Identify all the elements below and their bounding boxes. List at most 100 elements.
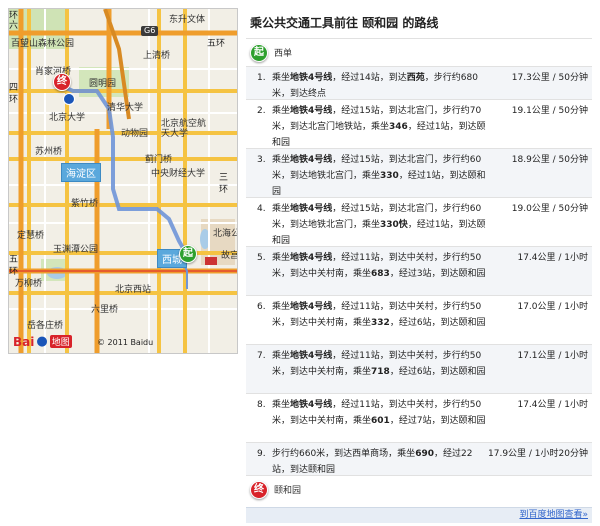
map-label: 动物园 (121, 129, 149, 139)
map-main-roads (9, 9, 237, 353)
subway-station-icon (63, 93, 75, 105)
map-copyright: © 2011 Baidu (97, 338, 154, 347)
map-label: 北京航空航天大学 (161, 119, 207, 139)
footer-bar: 到百度地图查看» (246, 507, 592, 523)
map-canvas (9, 9, 237, 353)
route-option[interactable]: 1. 乘坐地铁4号线，经过14站，到达西苑，步行约680米，到达终点 17.3公里 … (246, 66, 592, 100)
route-option[interactable]: 9. 步行约660米，到达西单商场，乘坐690，经过22站，到达颐和园 17.9公里… (246, 442, 592, 476)
route-map[interactable]: 东升文体 上清桥 百望山森林公园 肖家河桥 圆明园 清华大学 北京大学 北京航空… (8, 8, 238, 354)
start-label: 西单 (274, 49, 293, 59)
route-line-name: 地铁4号线 (290, 253, 333, 263)
route-text: 乘坐 (272, 302, 291, 312)
start-point: 起 西单 (246, 38, 592, 66)
baidu-map-logo: Bai ● 地图 (13, 334, 72, 349)
route-description: 乘坐地铁4号线，经过11站，到达中关村，步行约50米，到达中关村南，乘坐332，… (246, 296, 488, 334)
route-distance-time: 17.1公里 / 1小时 (517, 351, 588, 361)
route-line-name: 683 (371, 269, 390, 279)
map-label: 中央财经大学 (151, 169, 206, 179)
route-distance-time: 17.9公里 / 1小时20分钟 (488, 449, 588, 459)
route-description: 乘坐地铁4号线，经过11站，到达中关村，步行约50米，到达中关村南，乘坐601，… (246, 394, 488, 432)
route-line-name: 地铁4号线 (290, 73, 333, 83)
logo-text: Bai (13, 334, 35, 349)
route-number: 2. (257, 106, 266, 116)
map-label: 岳各庄桥 (27, 321, 64, 331)
route-line-name: 690 (415, 449, 434, 459)
route-description: 乘坐地铁4号线，经过15站，到达北宫门，步行约70米，到达北宫门地铁站，乘坐34… (246, 100, 488, 154)
ring-label: 五 (9, 255, 19, 265)
map-label: 清华大学 (107, 103, 144, 113)
highway-shield: G6 (141, 26, 159, 36)
route-line-name: 地铁4号线 (290, 106, 333, 116)
route-option[interactable]: 6. 乘坐地铁4号线，经过11站，到达中关村，步行约50米，到达中关村南，乘坐33… (246, 295, 592, 345)
route-text: 步行约660米，到达西单商场，乘坐 (272, 449, 416, 459)
map-minor-roads (9, 9, 237, 353)
route-option[interactable]: 7. 乘坐地铁4号线，经过11站，到达中关村，步行约50米，到达中关村南，乘坐71… (246, 344, 592, 394)
route-number: 5. (257, 253, 266, 263)
route-option[interactable]: 8. 乘坐地铁4号线，经过11站，到达中关村，步行约50米，到达中关村南，乘坐60… (246, 393, 592, 443)
map-label: 百望山森林公园 (11, 39, 75, 49)
route-line-name: 601 (371, 416, 390, 426)
route-text: 乘坐 (272, 204, 291, 214)
route-distance-time: 18.9公里 / 50分钟 (511, 155, 588, 165)
route-distance-time: 17.4公里 / 1小时 (517, 400, 588, 410)
route-text: 乘坐 (272, 155, 291, 165)
route-number: 6. (257, 302, 266, 312)
map-label: 苏州桥 (35, 147, 63, 157)
route-line-name: 地铁4号线 (290, 155, 333, 165)
map-label: 上清桥 (143, 51, 171, 61)
end-icon: 终 (250, 480, 268, 499)
map-label: 蓟门桥 (145, 155, 173, 165)
ring-label: 环 (9, 11, 19, 21)
route-number: 9. (257, 449, 266, 459)
map-label: 北京西站 (115, 285, 152, 295)
route-distance-time: 19.0公里 / 50分钟 (511, 204, 588, 214)
page-title: 乘公共交通工具前往 颐和园 的路线 (250, 16, 439, 30)
route-text: ，经过6站，到达颐和园 (389, 318, 486, 328)
route-text: 乘坐 (272, 106, 291, 116)
route-option[interactable]: 2. 乘坐地铁4号线，经过15站，到达北宫门，步行约70米，到达北宫门地铁站，乘坐… (246, 99, 592, 149)
map-label: 北京大学 (49, 113, 86, 123)
ring-label: 环 (9, 267, 19, 277)
route-description: 乘坐地铁4号线，经过15站，到达北宫门，步行约60米，到达地铁北宫门，乘坐330… (246, 198, 488, 252)
map-label: 紫竹桥 (71, 199, 99, 209)
route-distance-time: 17.4公里 / 1小时 (517, 253, 588, 263)
route-option[interactable]: 3. 乘坐地铁4号线，经过15站，到达北宫门，步行约60米，到达地铁北宫门，乘坐3… (246, 148, 592, 198)
route-list: 1. 乘坐地铁4号线，经过14站，到达西苑，步行约680米，到达终点 17.3公里 … (246, 66, 592, 476)
ring-label: 三 (219, 173, 229, 183)
map-start-marker[interactable]: 起 (179, 245, 197, 263)
map-label: 玉渊潭公园 (53, 245, 99, 255)
route-line-name: 718 (371, 367, 390, 377)
map-label: 故宫 (221, 251, 238, 261)
ring-label: 四 (9, 83, 19, 93)
route-distance-time: 19.1公里 / 50分钟 (511, 106, 588, 116)
end-label: 颐和园 (274, 486, 302, 496)
route-option[interactable]: 5. 乘坐地铁4号线，经过11站，到达中关村，步行约50米，到达中关村南，乘坐68… (246, 246, 592, 296)
route-panel: 乘公共交通工具前往 颐和园 的路线 起 西单 1. 乘坐地铁4号线，经过14站，到… (246, 8, 592, 523)
paw-icon: ● (36, 334, 48, 349)
route-distance-time: 17.0公里 / 1小时 (517, 302, 588, 312)
map-ring-roads (9, 9, 237, 353)
route-line-name: 330 (380, 171, 399, 181)
route-number: 1. (257, 73, 266, 83)
route-line-name: 地铁4号线 (290, 400, 333, 410)
map-label: 万柳桥 (15, 279, 43, 289)
route-text: ，经过7站，到达颐和园 (389, 416, 486, 426)
ring-label: 环 (9, 95, 19, 105)
ring-label: 五环 (207, 39, 226, 49)
route-description: 乘坐地铁4号线，经过15站，到达北宫门，步行约60米，到达地铁北宫门，乘坐330… (246, 149, 488, 203)
route-number: 3. (257, 155, 266, 165)
route-line-name: 330快 (380, 220, 408, 230)
route-text: 乘坐 (272, 351, 291, 361)
view-in-baidu-map-link[interactable]: 到百度地图查看» (519, 510, 588, 520)
route-line-name: 西苑 (406, 73, 425, 83)
route-option[interactable]: 4. 乘坐地铁4号线，经过15站，到达北宫门，步行约60米，到达地铁北宫门，乘坐3… (246, 197, 592, 247)
route-number: 4. (257, 204, 266, 214)
palace-icon (205, 257, 217, 265)
route-text: ，经过14站，到达 (332, 73, 407, 83)
map-label: 圆明园 (89, 79, 117, 89)
map-end-marker[interactable]: 终 (53, 73, 71, 91)
route-description: 乘坐地铁4号线，经过11站，到达中关村，步行约50米，到达中关村南，乘坐683，… (246, 247, 488, 285)
map-label: 东升文体 (169, 15, 206, 25)
map-label: 北海公 (213, 229, 238, 239)
logo-map-text: 地图 (49, 335, 72, 348)
